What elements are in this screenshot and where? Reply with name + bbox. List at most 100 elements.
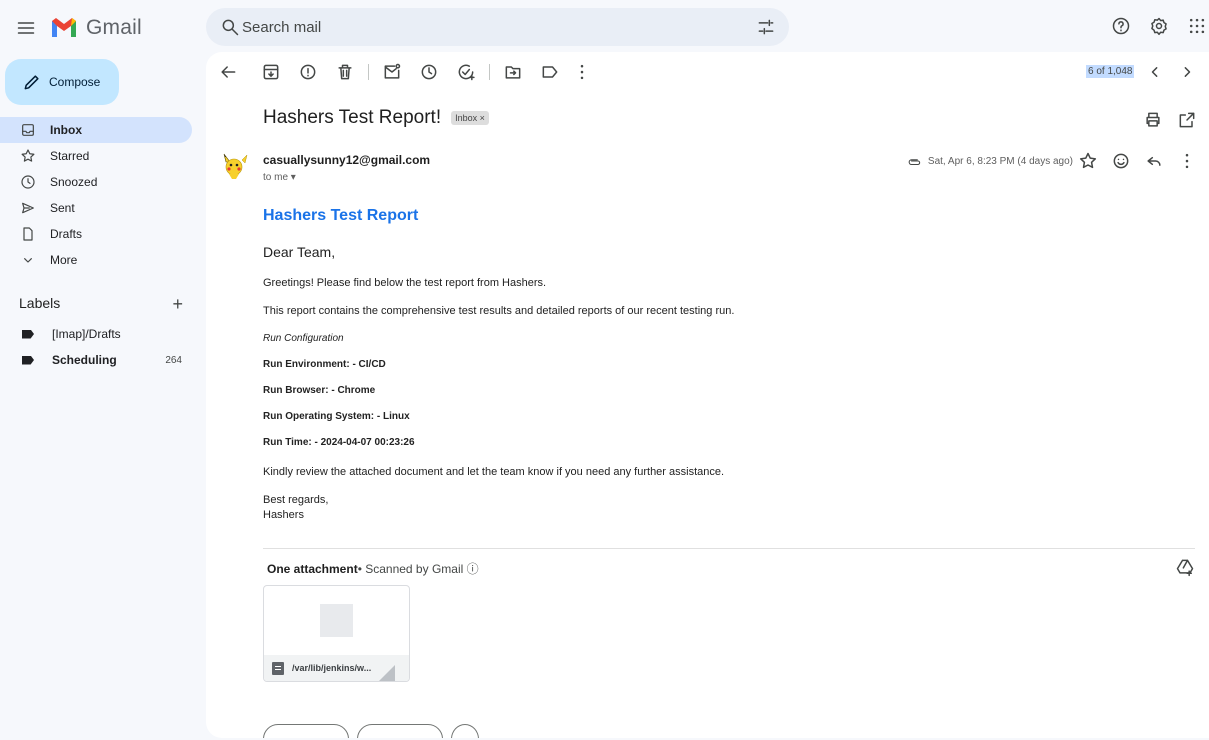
scanned-by-gmail: • Scanned by Gmail ⓘ <box>357 562 479 576</box>
more-vertical-icon[interactable] <box>1177 151 1197 171</box>
sidebar: Compose Inbox Starred Snoozed Sent Draft… <box>0 56 205 740</box>
body-title: Hashers Test Report <box>263 207 419 224</box>
run-operating-system: Run Operating System: - Linux <box>263 411 410 422</box>
document-icon <box>272 661 284 675</box>
page-fold-corner <box>379 665 395 681</box>
attachment-thumbnail <box>320 604 353 637</box>
message-meta: Sat, Apr 6, 8:23 PM (4 days ago) <box>906 154 1073 168</box>
email-subject: Hashers Test Report! <box>263 107 442 128</box>
compose-button[interactable]: Compose <box>5 59 119 105</box>
run-environment: Run Environment: - CI/CD <box>263 359 386 370</box>
label-icon <box>22 329 34 339</box>
sidebar-item-imap-drafts[interactable]: [Imap]/Drafts <box>0 321 192 347</box>
labels-heading-text: Labels <box>19 295 61 311</box>
sidebar-item-label: Drafts <box>50 227 83 241</box>
label-icon[interactable] <box>540 62 560 82</box>
message-date: Sat, Apr 6, 8:23 PM (4 days ago) <box>927 155 1073 167</box>
toolbar-divider <box>489 64 490 80</box>
reply-button[interactable] <box>263 724 349 738</box>
attachments-count: One attachment <box>267 561 358 576</box>
send-icon <box>20 200 36 216</box>
label-list: [Imap]/Drafts Scheduling 264 <box>0 321 192 373</box>
older-chevron-right-icon[interactable] <box>1177 62 1197 82</box>
search-icon[interactable] <box>220 17 240 37</box>
sidebar-item-snoozed[interactable]: Snoozed <box>0 169 192 195</box>
inbox-label-chip[interactable]: Inbox × <box>451 111 489 125</box>
body-paragraph: Greetings! Please find below the test re… <box>263 277 547 289</box>
sidebar-item-label: [Imap]/Drafts <box>52 327 121 341</box>
snooze-icon[interactable] <box>419 62 439 82</box>
sidebar-item-starred[interactable]: Starred <box>0 143 192 169</box>
folder-nav: Inbox Starred Snoozed Sent Drafts More <box>0 117 192 273</box>
run-time: Run Time: - 2024-04-07 00:23:26 <box>263 437 415 448</box>
toolbar-divider <box>368 64 369 80</box>
sidebar-item-sent[interactable]: Sent <box>0 195 192 221</box>
help-icon[interactable] <box>1109 14 1133 38</box>
gmail-m-icon <box>52 18 76 37</box>
sender-email[interactable]: casuallysunny12@gmail.com <box>263 153 430 167</box>
open-new-window-icon[interactable] <box>1177 110 1197 130</box>
attachments-header: One attachment • Scanned by Gmail ⓘ <box>267 560 479 577</box>
message-toolbar: 6 of 1,048 <box>206 52 1209 92</box>
sidebar-item-inbox[interactable]: Inbox <box>0 117 192 143</box>
clock-icon <box>20 174 36 190</box>
attachment-clip-icon <box>906 154 924 168</box>
print-icon[interactable] <box>1143 110 1163 130</box>
attachment-filename: /var/lib/jenkins/w... <box>292 663 372 673</box>
signoff-name: Hashers <box>263 509 304 521</box>
reply-icon[interactable] <box>1144 151 1164 171</box>
delete-icon[interactable] <box>335 62 355 82</box>
subject-row: Hashers Test Report! Inbox × <box>263 107 489 129</box>
gmail-logo[interactable]: Gmail <box>50 14 142 42</box>
divider <box>263 548 1195 549</box>
message-view: 6 of 1,048 Hashers Test Report! Inbox × … <box>206 52 1209 738</box>
emoji-button[interactable] <box>451 724 479 738</box>
newer-chevron-left-icon[interactable] <box>1145 62 1165 82</box>
archive-icon[interactable] <box>261 62 281 82</box>
star-icon <box>20 148 36 164</box>
sender-avatar[interactable] <box>220 152 248 180</box>
search-options-icon[interactable] <box>756 17 776 37</box>
mark-unread-icon[interactable] <box>382 62 402 82</box>
top-bar: Gmail Search mail <box>0 0 1209 56</box>
back-arrow-icon[interactable] <box>218 62 238 82</box>
chevron-down-icon <box>20 252 36 268</box>
search-bar[interactable]: Search mail <box>206 8 789 46</box>
add-label-icon[interactable]: + <box>172 295 183 313</box>
move-to-icon[interactable] <box>503 62 523 82</box>
forward-button[interactable] <box>357 724 443 738</box>
inbox-icon <box>20 122 36 138</box>
signoff: Best regards, <box>263 494 329 506</box>
star-icon[interactable] <box>1078 151 1098 171</box>
sidebar-item-scheduling[interactable]: Scheduling 264 <box>0 347 192 373</box>
compose-label: Compose <box>49 75 101 89</box>
pagination-text: 6 of 1,048 <box>1086 65 1135 78</box>
apps-grid-icon[interactable] <box>1185 14 1209 38</box>
emoji-reaction-icon[interactable] <box>1111 151 1131 171</box>
settings-icon[interactable] <box>1147 14 1171 38</box>
recipient-details[interactable]: to me ▾ <box>263 172 296 183</box>
search-input[interactable]: Search mail <box>242 19 321 36</box>
sidebar-item-label: Inbox <box>50 123 82 137</box>
draft-icon <box>20 226 36 242</box>
sidebar-item-drafts[interactable]: Drafts <box>0 221 192 247</box>
more-vertical-icon[interactable] <box>572 62 592 82</box>
attachment-card[interactable]: /var/lib/jenkins/w... <box>263 585 410 682</box>
sidebar-item-label: Starred <box>50 149 90 163</box>
run-browser: Run Browser: - Chrome <box>263 385 376 396</box>
report-spam-icon[interactable] <box>298 62 318 82</box>
sidebar-item-label: More <box>50 253 78 267</box>
body-paragraph: Kindly review the attached document and … <box>263 466 725 478</box>
body-greeting: Dear Team, <box>263 244 336 260</box>
pencil-icon <box>22 72 42 92</box>
add-to-drive-icon[interactable] <box>1175 557 1195 577</box>
main-menu-icon[interactable] <box>12 14 40 42</box>
sidebar-item-label: Scheduling <box>52 353 117 367</box>
sidebar-item-label: Snoozed <box>50 175 98 189</box>
run-config-heading: Run Configuration <box>263 333 344 344</box>
app-name: Gmail <box>86 16 142 39</box>
body-paragraph: This report contains the comprehensive t… <box>263 305 735 317</box>
unread-count: 264 <box>165 354 182 366</box>
add-task-icon[interactable] <box>456 62 476 82</box>
sidebar-item-more[interactable]: More <box>0 247 192 273</box>
